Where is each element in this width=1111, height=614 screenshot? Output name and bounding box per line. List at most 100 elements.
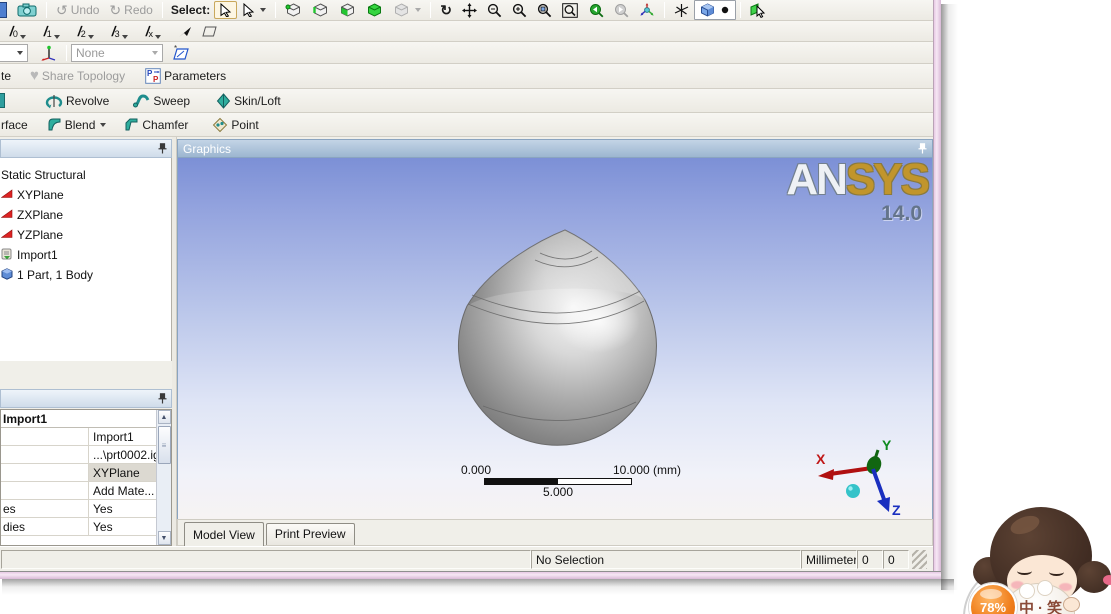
graphics-titlebar[interactable]: Graphics: [177, 139, 933, 158]
desktop-mascot-widget[interactable]: 中·笑 78%: [955, 495, 1111, 614]
selection-filter-button[interactable]: [745, 1, 771, 20]
pan-button[interactable]: [457, 1, 482, 20]
rotate-button[interactable]: ↻: [435, 1, 457, 19]
select-mode-button[interactable]: [214, 1, 238, 19]
vertices-dot-icon: [719, 4, 731, 16]
point-icon: [212, 117, 228, 133]
details-row[interactable]: XYPlane: [1, 464, 171, 482]
tree-item-static-structural[interactable]: Static Structural: [0, 164, 171, 184]
separator: [66, 44, 67, 61]
select-vertex-button[interactable]: [280, 0, 307, 20]
scroll-down-button[interactable]: ▼: [157, 531, 171, 545]
chamfer-button[interactable]: Chamfer: [119, 115, 193, 134]
axis-tool-button[interactable]: [36, 43, 62, 63]
previous-view-button[interactable]: [584, 1, 609, 20]
orientation-triad[interactable]: X Y Z: [814, 438, 926, 516]
share-topology-button[interactable]: ♥ Share Topology: [25, 67, 130, 85]
display-plane-button[interactable]: [197, 24, 222, 39]
select-body-button[interactable]: [361, 0, 388, 20]
zoom-in-button[interactable]: [507, 1, 532, 20]
tree-item-xyplane[interactable]: XYPlane: [0, 184, 171, 204]
resize-grip[interactable]: [912, 549, 927, 569]
tree-item-part-body[interactable]: 1 Part, 1 Body: [0, 264, 171, 284]
sweep-label: Sweep: [153, 93, 191, 108]
generate-label-fragment[interactable]: te: [0, 69, 11, 83]
revolve-button[interactable]: Revolve: [40, 91, 114, 111]
clipped-icon-fragment: [0, 93, 5, 108]
named-selection-combo[interactable]: None: [71, 43, 163, 62]
tab-print-preview[interactable]: Print Preview: [265, 523, 355, 545]
tree-item-label: YZPlane: [17, 227, 64, 242]
details-panel-titlebar[interactable]: [0, 389, 172, 408]
desktop: ↺ Undo ↻ Redo Select: ↻ / 0 / 1 / 2 / 3 …: [0, 0, 1111, 614]
chevron-down-icon: [19, 35, 26, 39]
zoom-to-fit-button[interactable]: [557, 1, 584, 20]
triad-x-label: X: [816, 451, 826, 467]
model-teardrop-solid[interactable]: [428, 213, 712, 457]
ansys-logo: ANSYS: [786, 158, 930, 204]
details-row[interactable]: es Yes: [1, 500, 171, 518]
tree-tab-strip: Modeling: [0, 361, 176, 389]
pin-icon[interactable]: [158, 143, 167, 154]
parameters-button[interactable]: PP Parameters: [140, 66, 231, 86]
blend-button[interactable]: Blend: [42, 115, 112, 134]
pan-icon: [461, 2, 477, 18]
chevron-down-icon: [100, 122, 107, 127]
details-row[interactable]: Import1: [1, 428, 171, 446]
tree-panel-titlebar[interactable]: [0, 139, 172, 158]
details-row-label: [1, 446, 89, 463]
new-sketch-button[interactable]: *: [167, 43, 195, 63]
badge-shine: [980, 589, 1002, 599]
clipped-combo[interactable]: [0, 43, 28, 62]
pointer-tool-button[interactable]: [173, 23, 197, 40]
magnify-model-button[interactable]: [532, 1, 557, 20]
tree-item-zxplane[interactable]: ZXPlane: [0, 204, 171, 224]
isometric-view-button[interactable]: [634, 1, 660, 20]
details-row[interactable]: dies Yes: [1, 518, 171, 536]
plane-button-2[interactable]: /2: [74, 23, 98, 39]
window-border-right: [933, 0, 941, 579]
pin-icon[interactable]: [158, 393, 167, 404]
tree-item-import1[interactable]: Import1: [0, 244, 171, 264]
skin-loft-button[interactable]: Skin/Loft: [211, 91, 286, 111]
zoom-button[interactable]: [482, 1, 507, 20]
select-face-button[interactable]: [334, 0, 361, 20]
extend-selection-button[interactable]: [388, 0, 426, 20]
separator: [663, 2, 665, 18]
plane-button-3[interactable]: /3: [108, 23, 132, 39]
plane-outline-icon: [202, 26, 217, 37]
magnifier-forward-icon: [614, 3, 629, 18]
plane-toolbar: /0 /1 /2 /3 /x: [0, 21, 933, 42]
scroll-thumb[interactable]: ≡: [157, 426, 171, 464]
details-row[interactable]: ...\prt0002.ig: [1, 446, 171, 464]
undo-button[interactable]: ↺ Undo: [51, 1, 104, 19]
pin-icon[interactable]: [918, 143, 927, 154]
plane-button-0[interactable]: /0: [6, 23, 30, 39]
details-row[interactable]: Add Mate...: [1, 482, 171, 500]
shaded-exterior-button[interactable]: [693, 0, 736, 20]
look-at-face-button[interactable]: [669, 1, 694, 20]
redo-button[interactable]: ↻ Redo: [104, 1, 157, 19]
body-blue-icon: [1, 268, 13, 280]
tab-model-view[interactable]: Model View: [184, 522, 264, 546]
surface-label-fragment[interactable]: rface: [0, 118, 28, 132]
plane-button-1[interactable]: /1: [40, 23, 64, 39]
tree-item-yzplane[interactable]: YZPlane: [0, 224, 171, 244]
details-scrollbar[interactable]: ▲ ≡ ▼: [156, 410, 171, 545]
scroll-up-button[interactable]: ▲: [157, 410, 171, 424]
screenshot-button[interactable]: [12, 1, 42, 19]
sweep-button[interactable]: Sweep: [128, 91, 195, 110]
select-dropdown-button[interactable]: [237, 1, 271, 19]
status-y-panel: 0: [883, 549, 909, 569]
tree-item-label: Import1: [17, 247, 58, 262]
select-edge-button[interactable]: [307, 0, 334, 20]
plane-button-x[interactable]: / x: [142, 23, 165, 39]
share-topology-label: Share Topology: [41, 69, 126, 83]
point-button[interactable]: Point: [207, 115, 263, 135]
next-view-button[interactable]: [609, 1, 634, 20]
graphics-viewport[interactable]: ANSYS 14.0 0.000 10.000 (mm) 5.000 X Y Z: [177, 158, 933, 519]
import-icon: [1, 248, 13, 260]
details-view: Import1 Import1 ...\prt0002.ig XYPlane A…: [0, 409, 172, 546]
separator: [46, 2, 47, 18]
selection-status: No Selection: [536, 552, 605, 567]
